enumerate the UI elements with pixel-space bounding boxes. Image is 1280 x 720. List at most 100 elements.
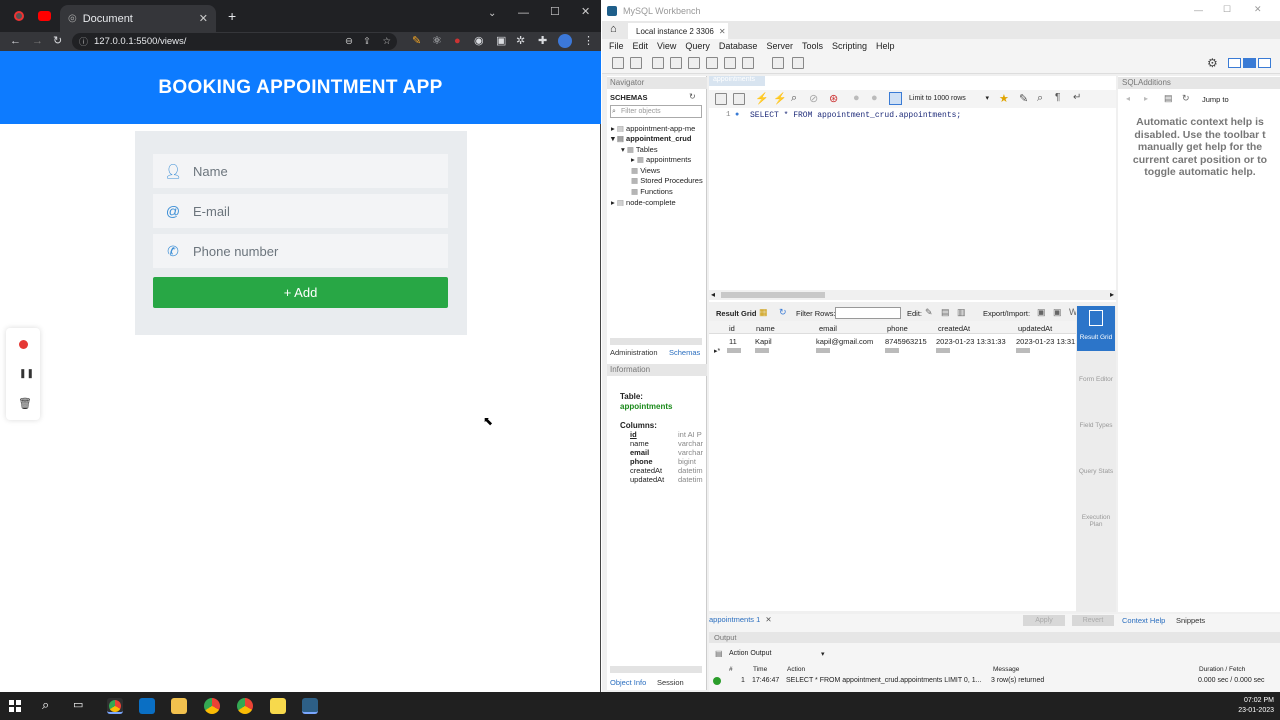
menu-view[interactable]: View [657, 41, 676, 51]
scroll-right-icon[interactable]: ▸ [1110, 290, 1114, 299]
execution-plan-button[interactable]: Execution Plan [1077, 514, 1115, 528]
file-explorer-icon[interactable] [171, 698, 187, 714]
sql-query-text[interactable]: SELECT * FROM appointment_crud.appointme… [750, 111, 961, 120]
chrome-taskbar-icon[interactable] [107, 698, 123, 714]
field-types-button[interactable]: Field Types [1077, 422, 1115, 429]
close-instance-tab-icon[interactable]: ✕ [719, 27, 726, 36]
task-view-icon[interactable]: ▭ [73, 698, 83, 711]
execute-current-icon[interactable]: ⚡ [773, 92, 787, 105]
menu-database[interactable]: Database [719, 41, 758, 51]
menu-scripting[interactable]: Scripting [832, 41, 867, 51]
import-icon[interactable]: ▣ [1053, 307, 1062, 318]
record-icon[interactable] [14, 11, 24, 21]
tab-object-info[interactable]: Object Info [610, 678, 646, 687]
column-header[interactable]: id [729, 324, 735, 333]
sticky-notes-icon[interactable] [270, 698, 286, 714]
jump-to-label[interactable]: Jump to [1202, 95, 1229, 104]
column-header[interactable]: phone [887, 324, 908, 333]
create-view-icon[interactable] [706, 57, 718, 69]
editor-h-scrollbar[interactable]: ◂ ▸ [709, 290, 1116, 300]
apply-button[interactable]: Apply [1023, 615, 1065, 626]
windows-start-icon[interactable] [9, 700, 21, 712]
clock[interactable]: 07:02 PM 23-01-2023 [1230, 696, 1274, 716]
search-icon[interactable]: ⌕ [42, 697, 49, 713]
forward-icon[interactable]: → [32, 35, 43, 47]
toggle-stop-on-error-icon[interactable]: ⊛ [829, 92, 838, 105]
procedures-node[interactable]: ▦ Stored Procedures [631, 176, 703, 185]
create-table-icon[interactable] [688, 57, 700, 69]
wrap-icon[interactable]: ↵ [1073, 92, 1081, 103]
new-tab-icon[interactable]: + [228, 8, 236, 24]
reload-icon[interactable]: ↻ [53, 35, 62, 47]
email-field[interactable]: @ E-mail [153, 194, 448, 228]
invisible-chars-icon[interactable]: ¶ [1055, 92, 1060, 103]
beautify-icon[interactable]: ★ [999, 92, 1009, 105]
nav-back-icon[interactable]: ◂ [1126, 94, 1130, 103]
refresh-results-icon[interactable]: ↻ [779, 307, 787, 318]
trash-icon[interactable]: 🗑︎ [18, 397, 32, 410]
settings-gear-icon[interactable]: ⚙ [1207, 56, 1218, 70]
editor-tab[interactable]: appointments [709, 76, 765, 86]
table-row[interactable]: 11 Kapil kapil@gmail.com 8745963215 2023… [709, 335, 1081, 347]
manual-help-icon[interactable]: ▤ [1164, 93, 1173, 104]
schema-appointment-crud[interactable]: ▾ ▤ appointment_crud [611, 134, 691, 143]
autocommit-icon[interactable] [889, 92, 902, 105]
find-replace-icon[interactable]: ✎ [1019, 92, 1028, 105]
menu-edit[interactable]: Edit [633, 41, 649, 51]
delete-row-icon[interactable]: ▥ [957, 307, 966, 318]
toggle-output-icon[interactable] [1243, 58, 1256, 68]
wb-maximize-icon[interactable]: ☐ [1223, 4, 1231, 15]
action-output-select[interactable]: Action Output ▾ [729, 650, 829, 658]
edit-row-icon[interactable]: ✎ [925, 307, 933, 318]
filter-objects-input[interactable]: ⌕ Filter objects [610, 105, 702, 118]
views-node[interactable]: ▦ Views [631, 166, 660, 175]
create-procedure-icon[interactable] [724, 57, 736, 69]
result-tab[interactable]: appointments 1 ✕ [709, 615, 772, 624]
chrome-profile-2-icon[interactable] [237, 698, 253, 714]
auto-help-icon[interactable]: ↻ [1182, 93, 1190, 104]
column-header[interactable]: email [819, 324, 837, 333]
inspector-icon[interactable] [652, 57, 664, 69]
phone-field[interactable]: ✆ Phone number [153, 234, 448, 268]
name-field[interactable]: 👤︎ Name [153, 154, 448, 188]
export-icon[interactable]: ▣ [1037, 307, 1046, 318]
open-sql-icon[interactable] [630, 57, 642, 69]
wb-close-icon[interactable]: ✕ [1254, 4, 1262, 15]
toggle-sidebar-icon[interactable] [1228, 58, 1241, 68]
cell-name[interactable]: Kapil [755, 337, 772, 346]
tab-local-instance[interactable]: Local instance 2 3306 ✕ [628, 23, 728, 39]
youtube-tab-icon[interactable] [38, 11, 51, 21]
nav-forward-icon[interactable]: ▸ [1144, 94, 1148, 103]
close-tab-icon[interactable]: ✕ [199, 12, 208, 25]
table-appointments[interactable]: ▸ ▦ appointments [631, 155, 691, 164]
share-icon[interactable]: ⇪ [363, 36, 371, 47]
menu-query[interactable]: Query [685, 41, 710, 51]
wb-minimize-icon[interactable]: — [1194, 5, 1203, 15]
refresh-schemas-icon[interactable]: ↻ [689, 92, 696, 101]
close-window-icon[interactable]: ✕ [581, 5, 590, 18]
filter-rows-input[interactable] [835, 307, 901, 319]
stop-icon[interactable]: ⊘ [809, 92, 818, 105]
tab-search-icon[interactable]: ⌄ [488, 8, 496, 19]
extensions-puzzle-icon[interactable]: ✚ [538, 35, 547, 47]
schema-node-complete[interactable]: ▸ ▤ node-complete [611, 198, 676, 207]
create-function-icon[interactable] [742, 57, 754, 69]
cell-updated[interactable]: 2023-01-23 13:31:3 [1016, 337, 1081, 346]
functions-node[interactable]: ▦ Functions [631, 187, 673, 196]
more-menu-icon[interactable]: ⋮ [583, 35, 594, 47]
tab-administration[interactable]: Administration [610, 348, 658, 357]
tab-snippets[interactable]: Snippets [1176, 616, 1205, 625]
menu-file[interactable]: File [609, 41, 624, 51]
revert-button[interactable]: Revert [1072, 615, 1114, 626]
pause-icon[interactable]: ❚❚ [19, 368, 34, 379]
address-bar[interactable]: ⓘ 127.0.0.1:5500/views/ ⊖ ⇪ ☆ [72, 33, 397, 50]
tab-session[interactable]: Session [657, 678, 684, 687]
cell-phone[interactable]: 8745963215 [885, 337, 927, 346]
record-dot-icon[interactable] [19, 340, 28, 349]
close-result-tab-icon[interactable]: ✕ [765, 615, 771, 624]
column-header[interactable]: updatedAt [1018, 324, 1052, 333]
result-grid-button[interactable]: Result Grid [1077, 306, 1115, 351]
tab-context-help[interactable]: Context Help [1122, 616, 1165, 625]
create-schema-icon[interactable] [670, 57, 682, 69]
rollback-icon[interactable]: ● [871, 92, 878, 104]
